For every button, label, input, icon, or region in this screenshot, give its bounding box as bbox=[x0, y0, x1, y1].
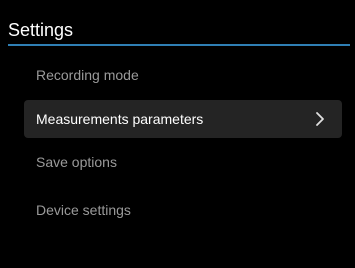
menu-item-label: Recording mode bbox=[36, 67, 139, 83]
page-title: Settings bbox=[8, 20, 74, 40]
menu-item-label: Save options bbox=[36, 154, 117, 170]
menu-item-measurements-parameters[interactable]: Measurements parameters bbox=[24, 100, 342, 138]
menu-item-recording-mode[interactable]: Recording mode bbox=[24, 56, 342, 94]
menu-item-label: Device settings bbox=[36, 202, 131, 218]
menu-item-save-options[interactable]: Save options bbox=[24, 143, 342, 181]
menu-item-device-settings[interactable]: Device settings bbox=[24, 191, 342, 229]
menu-item-label: Measurements parameters bbox=[36, 111, 204, 127]
header: Settings bbox=[0, 0, 355, 46]
settings-screen: Settings Recording mode Measurements par… bbox=[0, 0, 355, 268]
chevron-right-icon bbox=[316, 112, 324, 126]
header-divider bbox=[8, 44, 350, 46]
